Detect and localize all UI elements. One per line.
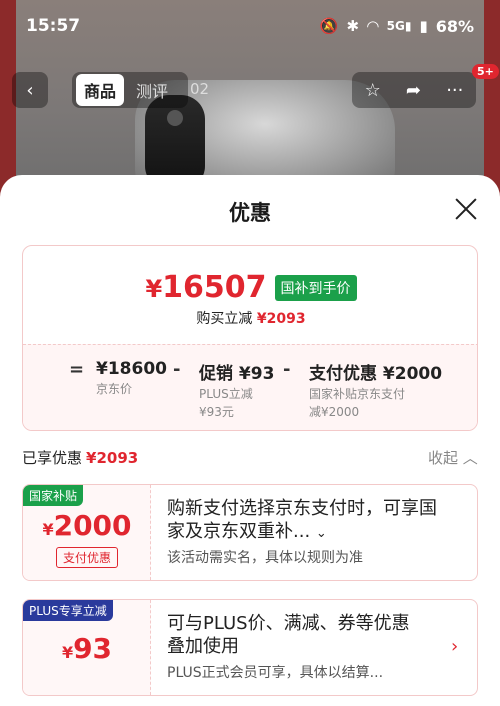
collapse-button[interactable]: 收起 ︿ [428,447,478,468]
promo-amount: ¥2000 [42,509,132,542]
promo-flag: 国家补贴 [23,485,84,506]
purchase-reduction: 购买立减 ¥2093 [196,311,306,327]
battery-icon: ▮ [419,17,428,35]
final-price: ¥16507 [145,270,267,305]
chevron-left-icon: ‹ [26,79,34,101]
enjoyed-discount: 已享优惠 ¥2093 [22,449,139,467]
status-time: 15:57 [26,16,81,36]
signal-icon: 5G▮ [386,19,412,33]
promo-description: 可与PLUS价、满减、券等优惠 叠加使用 [167,613,410,657]
nav-tabs: 商品 测评 [72,72,188,108]
share-icon[interactable]: ➦ [406,80,421,101]
chevron-right-icon[interactable]: › [451,636,458,657]
message-badge: 5+ [472,64,499,79]
calc-minus: - [283,359,291,380]
calc-minus: - [173,359,181,380]
star-icon[interactable]: ☆ [365,80,381,101]
promo-card-plus[interactable]: PLUS专享立减 ¥93 可与PLUS价、满减、券等优惠 叠加使用 PLUS正式… [22,599,478,696]
promo-description: 购新支付选择京东支付时，可享国 家及京东双重补... ⌄ [167,498,437,542]
price-summary-card: ¥16507 国补到手价 购买立减 ¥2093 = ¥18600 京东价 - 促… [22,245,478,431]
nav-actions: ☆ ➦ ··· [352,72,476,108]
sheet-title: 优惠 [229,201,271,225]
promo-note: PLUS正式会员可享，具体以结算... [167,665,384,681]
promo-subtag: 支付优惠 [56,547,118,568]
chevron-down-icon[interactable]: ⌄ [316,526,327,541]
close-button[interactable] [452,195,480,223]
tab-review[interactable]: 测评 [128,74,176,106]
discount-sheet: 优惠 ¥16507 国补到手价 购买立减 ¥2093 = ¥18600 京东价 … [0,175,500,706]
bluetooth-icon: ✱ [346,17,360,35]
chevron-up-icon: ︿ [462,449,478,467]
calc-promotion: 促销 ¥93 PLUS立减 ¥93元 [199,364,275,419]
status-bar: 15:57 🔕 ✱ ◠ 5G▮ ▮ 68% [0,0,500,52]
promo-amount: ¥93 [61,632,113,665]
calc-payment-discount: 支付优惠 ¥2000 国家补贴京东支付 减¥2000 [309,364,443,419]
calc-equals: = [69,359,85,380]
top-nav: ‹ 商品 测评 02 ☆ ➦ ··· 5+ [0,64,500,110]
promo-amount-panel: 国家补贴 ¥2000 支付优惠 [23,485,151,580]
promo-flag: PLUS专享立减 [23,600,113,621]
promo-card-subsidy[interactable]: 国家补贴 ¥2000 支付优惠 购新支付选择京东支付时，可享国 家及京东双重补.… [22,484,478,581]
mute-icon: 🔕 [319,17,339,35]
promo-amount-panel: PLUS专享立减 ¥93 [23,600,151,695]
promo-note: 该活动需实名，具体以规则为准 [167,550,363,566]
battery-level: 68% [435,16,474,36]
tab-extra[interactable]: 02 [190,80,209,98]
price-calculation: = ¥18600 京东价 - 促销 ¥93 PLUS立减 ¥93元 - 支付优惠… [23,344,477,430]
tab-product[interactable]: 商品 [76,74,125,106]
wifi-icon: ◠ [367,17,379,35]
calc-base-price: ¥18600 京东价 [96,359,167,396]
subsidy-price-tag: 国补到手价 [274,274,357,301]
more-icon[interactable]: ··· [446,80,463,101]
back-button[interactable]: ‹ [12,72,48,108]
